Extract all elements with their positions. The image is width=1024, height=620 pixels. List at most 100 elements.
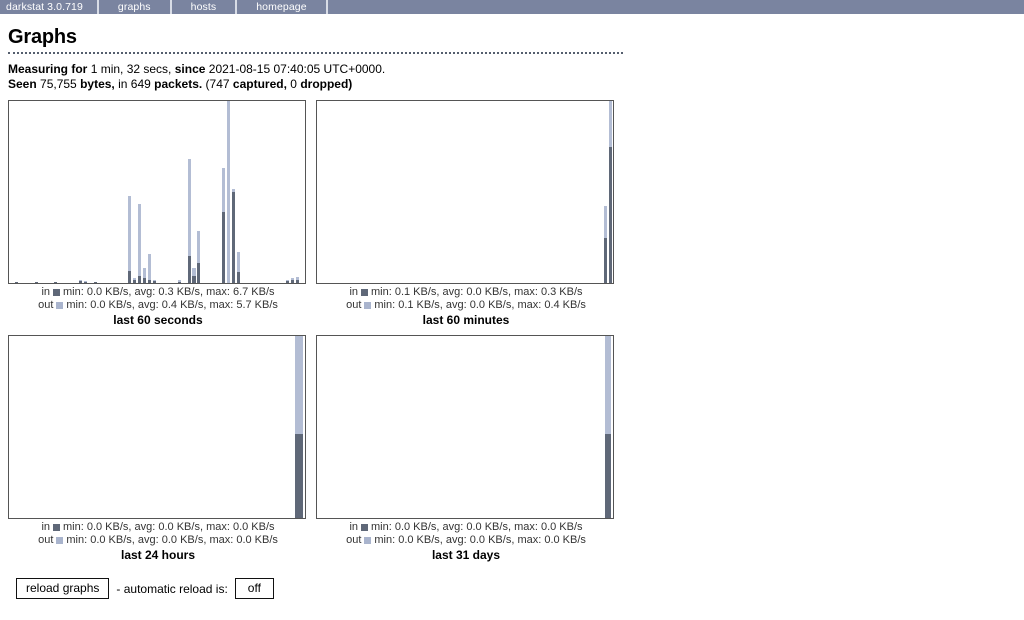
legend-stats: min: 0.0 KB/s, avg: 0.0 KB/s, max: 0.0 K…	[371, 521, 583, 533]
graph-legend-last-60-seconds: in min: 0.0 KB/s, avg: 0.3 KB/s, max: 6.7…	[8, 284, 308, 312]
bar-segment-in	[236, 272, 240, 283]
in-label: in	[118, 76, 128, 91]
legend-row-out: out min: 0.0 KB/s, avg: 0.0 KB/s, max: 0.…	[316, 534, 616, 547]
bar-segment-in	[148, 280, 152, 283]
reload-graphs-button[interactable]: reload graphs	[16, 578, 110, 599]
bar-segment-in	[609, 146, 613, 283]
legend-stats: min: 0.0 KB/s, avg: 0.4 KB/s, max: 5.7 K…	[66, 299, 278, 311]
legend-series-name: out	[38, 299, 54, 311]
bar-segment-in	[192, 276, 196, 283]
graph-bar	[192, 268, 196, 283]
bar-segment-in	[604, 237, 608, 283]
graph-caption-last-31-days: last 31 days	[431, 548, 501, 562]
legend-swatch-out	[56, 302, 64, 309]
bar-segment-in	[296, 280, 300, 283]
legend-series-name: out	[346, 299, 362, 311]
legend-swatch-in	[361, 524, 368, 531]
bar-segment-in	[197, 262, 201, 283]
graph-bar	[14, 281, 18, 283]
bar-segment-in	[291, 279, 295, 283]
graph-bar	[54, 281, 58, 283]
dropped-label: dropped)	[300, 76, 353, 91]
legend-series-name: in	[41, 286, 50, 298]
graph-bar	[231, 189, 235, 283]
graph-bar	[291, 278, 295, 283]
legend-series-name: in	[41, 521, 50, 533]
legend-swatch-out	[364, 302, 372, 309]
bar-segment-out	[148, 254, 152, 283]
bar-segment-in	[605, 434, 612, 518]
legend-row-in: in min: 0.0 KB/s, avg: 0.0 KB/s, max: 0.0…	[8, 521, 308, 534]
bar-segment-in	[222, 212, 226, 283]
graph-bar	[93, 281, 97, 283]
graph-legend-last-24-hours: in min: 0.0 KB/s, avg: 0.0 KB/s, max: 0.0…	[8, 519, 308, 547]
legend-series-name: in	[349, 286, 358, 298]
legend-swatch-out	[364, 537, 372, 544]
graph-cell-last-60-seconds: in min: 0.0 KB/s, avg: 0.3 KB/s, max: 6.7…	[8, 100, 308, 327]
graph-bar	[177, 279, 181, 283]
packets-label: packets.	[154, 76, 203, 91]
graph-legend-last-60-minutes: in min: 0.1 KB/s, avg: 0.0 KB/s, max: 0.3…	[316, 284, 616, 312]
bar-segment-in	[93, 281, 97, 283]
bar-segment-in	[83, 281, 87, 283]
auto-reload-toggle[interactable]: off	[234, 578, 274, 599]
graph-bar	[295, 336, 303, 518]
graph-caption-last-24-hours: last 24 hours	[120, 548, 196, 562]
bar-segment-out	[138, 204, 142, 283]
graph-bar	[133, 277, 137, 283]
since-label: since	[174, 62, 206, 76]
graph-plot-last-60-seconds	[8, 100, 306, 284]
graph-bar	[236, 251, 240, 283]
bar-segment-in	[187, 255, 191, 283]
bar-segment-in	[153, 281, 157, 283]
graph-bar	[128, 196, 132, 283]
bar-segment-in	[177, 281, 181, 283]
graph-bars	[9, 336, 305, 518]
graph-cell-last-60-minutes: in min: 0.1 KB/s, avg: 0.0 KB/s, max: 0.3…	[316, 100, 616, 327]
bar-segment-in	[14, 281, 18, 283]
bytes-value: 75,755	[40, 76, 77, 91]
packets-value: 649	[130, 76, 151, 91]
bar-segment-in	[128, 270, 132, 283]
nav-link-homepage[interactable]: homepage	[237, 0, 328, 14]
graph-bar	[148, 254, 152, 283]
bar-segment-out	[227, 101, 231, 283]
bytes-label: bytes,	[80, 76, 115, 91]
graph-bar	[153, 280, 157, 283]
legend-row-out: out min: 0.0 KB/s, avg: 0.0 KB/s, max: 0.…	[8, 534, 308, 547]
seen-label: Seen	[8, 76, 37, 91]
since-value: 2021-08-15 07:40:05 UTC+0000.	[208, 62, 386, 76]
legend-stats: min: 0.1 KB/s, avg: 0.0 KB/s, max: 0.3 K…	[371, 286, 583, 298]
legend-swatch-in	[53, 524, 60, 531]
legend-row-in: in min: 0.0 KB/s, avg: 0.0 KB/s, max: 0.0…	[316, 521, 616, 534]
graph-bar	[604, 205, 608, 283]
legend-stats: min: 0.0 KB/s, avg: 0.0 KB/s, max: 0.0 K…	[374, 534, 586, 546]
nav-filler	[328, 0, 1024, 14]
legend-stats: min: 0.1 KB/s, avg: 0.0 KB/s, max: 0.4 K…	[374, 299, 586, 311]
graph-cell-last-24-hours: in min: 0.0 KB/s, avg: 0.0 KB/s, max: 0.0…	[8, 335, 308, 562]
graph-controls: reload graphs - automatic reload is: off	[8, 578, 1016, 599]
bar-segment-in	[34, 281, 38, 283]
nav-brand: darkstat 3.0.719	[0, 0, 99, 14]
summary-line-measuring: Measuring for 1 min, 32 secs, since 2021…	[8, 62, 1016, 77]
graph-bar	[222, 167, 226, 283]
legend-row-in: in min: 0.1 KB/s, avg: 0.0 KB/s, max: 0.3…	[316, 286, 616, 299]
nav-link-hosts[interactable]: hosts	[172, 0, 238, 14]
graph-bar	[79, 279, 83, 283]
graph-caption-last-60-seconds: last 60 seconds	[113, 313, 203, 327]
nav-link-graphs[interactable]: graphs	[99, 0, 172, 14]
dropped-count: 0	[290, 76, 297, 91]
graph-bar	[138, 204, 142, 283]
legend-stats: min: 0.0 KB/s, avg: 0.0 KB/s, max: 0.0 K…	[63, 521, 275, 533]
graph-bar	[609, 101, 613, 283]
bar-segment-in	[231, 192, 235, 283]
auto-reload-label: - automatic reload is:	[116, 581, 228, 596]
bar-segment-in	[286, 281, 290, 283]
legend-swatch-in	[53, 289, 60, 296]
graph-bar	[286, 280, 290, 283]
summary-line-seen: Seen 75,755 bytes, in 649 packets. (747 …	[8, 77, 1016, 92]
graph-plot-last-31-days	[316, 335, 614, 519]
graph-bar	[227, 101, 231, 283]
graph-bar	[187, 159, 191, 283]
legend-swatch-in	[361, 289, 368, 296]
